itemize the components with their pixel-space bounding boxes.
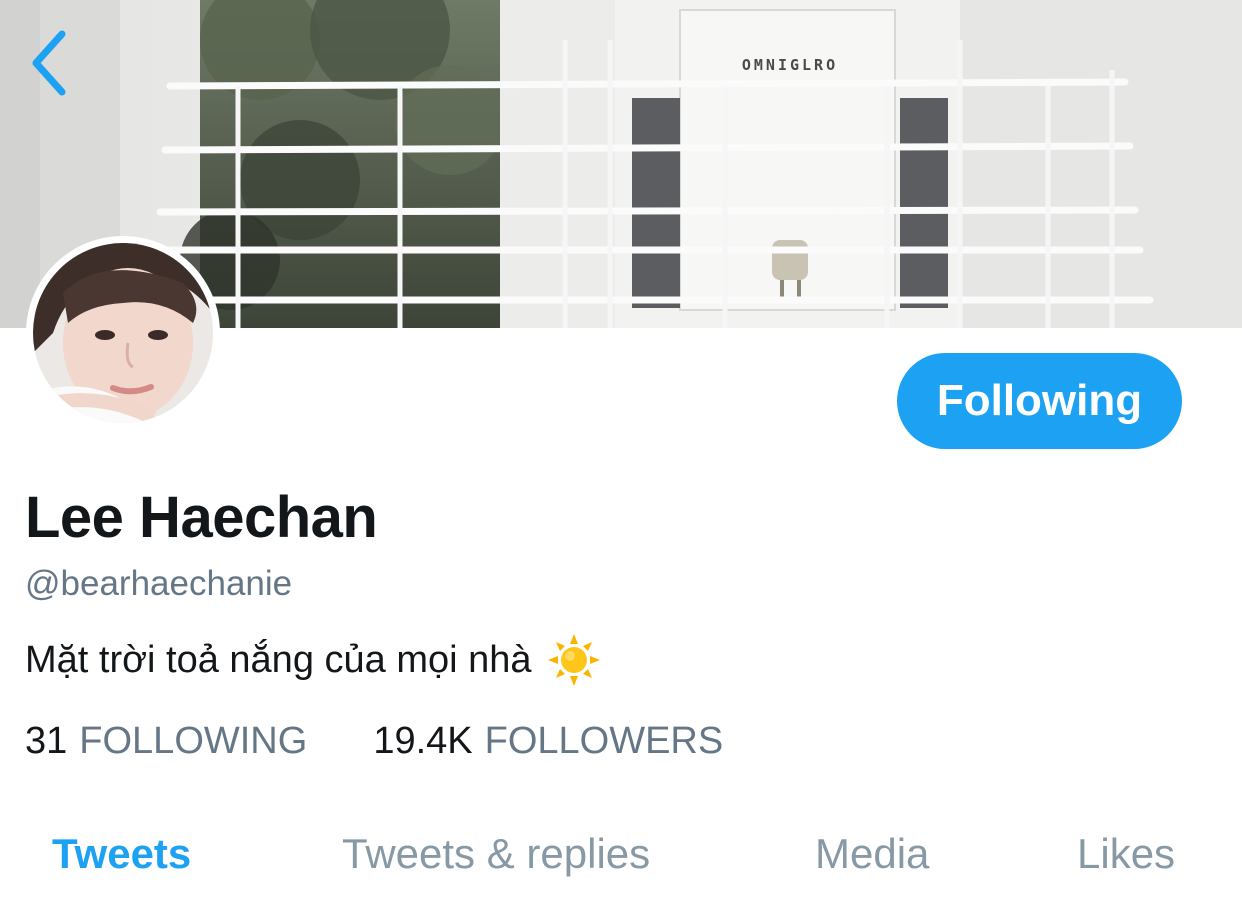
tab-tweets[interactable]: Tweets xyxy=(52,830,191,878)
followers-count: 19.4K xyxy=(373,720,473,762)
tab-tweets-and-replies[interactable]: Tweets & replies xyxy=(342,830,650,878)
following-count: 31 xyxy=(25,720,68,762)
tab-likes[interactable]: Likes xyxy=(1077,830,1175,878)
display-name: Lee Haechan xyxy=(25,485,378,550)
sun-icon xyxy=(547,634,600,686)
following-button[interactable]: Following xyxy=(897,353,1182,449)
bio-text: Mặt trời toả nắng của mọi nhà xyxy=(25,638,532,681)
followers-stat[interactable]: 19.4K FOLLOWERS xyxy=(373,720,723,763)
followers-label: FOLLOWERS xyxy=(484,720,724,762)
banner-sign-text: OMNIGLRO xyxy=(741,56,839,74)
user-handle: @bearhaechanie xyxy=(25,564,293,603)
avatar-image xyxy=(33,243,213,423)
back-button[interactable] xyxy=(30,30,90,102)
profile-screen: OMNIGLRO Following Lee Haechan @bearhaec… xyxy=(0,0,1242,906)
profile-bio: Mặt trời toả nắng của mọi nhà xyxy=(25,634,600,686)
tab-media[interactable]: Media xyxy=(815,830,929,878)
profile-avatar[interactable] xyxy=(26,236,220,430)
avatar-portrait xyxy=(33,243,213,423)
following-stat[interactable]: 31 FOLLOWING xyxy=(25,720,307,763)
profile-stats: 31 FOLLOWING 19.4K FOLLOWERS xyxy=(25,720,723,763)
following-label: FOLLOWING xyxy=(79,720,308,762)
chevron-left-icon xyxy=(32,30,66,96)
